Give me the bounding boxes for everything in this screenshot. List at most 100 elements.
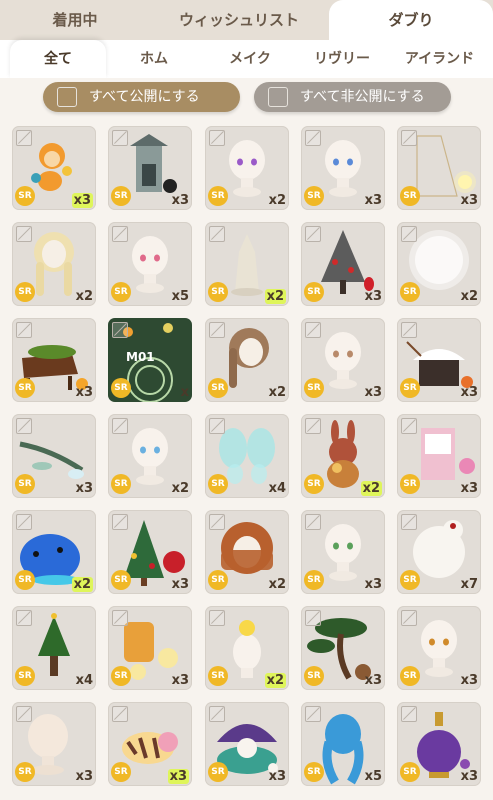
- item-select-checkbox[interactable]: [305, 418, 321, 434]
- item-card-bonsai-pine[interactable]: SR x3: [301, 606, 385, 690]
- item-card-monkey-plush[interactable]: SR x3: [12, 126, 96, 210]
- item-card-shell-pearl[interactable]: SR x3: [205, 702, 289, 786]
- item-quantity: x3: [171, 577, 189, 592]
- item-card-mossy-piano[interactable]: SR x3: [12, 318, 96, 402]
- item-select-checkbox[interactable]: [401, 418, 417, 434]
- item-card-dark-tree-lanterns[interactable]: SR x3: [301, 222, 385, 306]
- tab-island[interactable]: アイランド: [386, 40, 493, 78]
- item-card-string-lights[interactable]: SR x3: [397, 126, 481, 210]
- item-card-face-pink-eyes[interactable]: SR x5: [108, 222, 192, 306]
- make-all-private-label: すべて非公開にする: [300, 89, 425, 105]
- item-select-checkbox[interactable]: [16, 322, 32, 338]
- item-card-purple-lamp-vase[interactable]: SR x3: [397, 702, 481, 786]
- tab-livly[interactable]: リヴリー: [298, 40, 386, 78]
- item-select-checkbox[interactable]: [305, 226, 321, 242]
- item-card-bunny-bear-plush[interactable]: SR x2: [301, 414, 385, 498]
- item-select-checkbox[interactable]: [112, 226, 128, 242]
- item-select-checkbox[interactable]: [16, 610, 32, 626]
- tab-duplicates[interactable]: ダブり: [329, 0, 493, 40]
- tab-home[interactable]: ホム: [106, 40, 202, 78]
- item-select-checkbox[interactable]: [112, 130, 128, 146]
- item-select-checkbox[interactable]: [305, 514, 321, 530]
- rarity-badge: SR: [400, 570, 420, 590]
- checkbox-icon: [268, 87, 288, 107]
- item-card-face-purple-eyes[interactable]: SR x2: [205, 126, 289, 210]
- rarity-badge: SR: [304, 474, 324, 494]
- make-all-public-button[interactable]: すべて公開にする: [43, 82, 240, 112]
- tab-wishlist[interactable]: ウィッシュリスト: [150, 0, 328, 40]
- tab-makeup[interactable]: メイク: [202, 40, 298, 78]
- item-card-face-green-eyes[interactable]: SR x3: [301, 510, 385, 594]
- item-card-pink-shop-box[interactable]: SR x3: [397, 414, 481, 498]
- item-quantity: x3: [460, 385, 478, 400]
- item-card-face-blue-eyes[interactable]: SR x3: [301, 126, 385, 210]
- make-all-private-button[interactable]: すべて非公開にする: [254, 82, 451, 112]
- rarity-badge: SR: [208, 474, 228, 494]
- item-card-plain-mannequin[interactable]: SR x3: [12, 702, 96, 786]
- item-card-m01-garden[interactable]: M01 SR x: [108, 318, 192, 402]
- item-card-white-bun-hair[interactable]: SR x7: [397, 510, 481, 594]
- item-card-water-lily-branch[interactable]: SR x3: [12, 414, 96, 498]
- item-select-checkbox[interactable]: [16, 418, 32, 434]
- item-card-blue-blob-creature[interactable]: SR x2: [12, 510, 96, 594]
- item-select-checkbox[interactable]: [305, 706, 321, 722]
- item-card-small-xmas-tree[interactable]: SR x4: [12, 606, 96, 690]
- item-quantity: x2: [264, 289, 286, 304]
- item-select-checkbox[interactable]: [209, 130, 225, 146]
- tab-wearing[interactable]: 着用中: [0, 0, 150, 40]
- item-select-checkbox[interactable]: [305, 130, 321, 146]
- item-card-face-sleepy[interactable]: SR x3: [301, 318, 385, 402]
- item-card-brown-braid[interactable]: SR x2: [205, 318, 289, 402]
- item-select-checkbox[interactable]: [401, 130, 417, 146]
- tab-all[interactable]: 全て: [10, 40, 106, 78]
- content-area: すべて公開にする すべて非公開にする SR x3 SR x3 SR x2 SR x3 SR x…: [0, 78, 493, 800]
- item-select-checkbox[interactable]: [209, 322, 225, 338]
- item-card-face-amber-eyes[interactable]: SR x3: [397, 606, 481, 690]
- item-select-checkbox[interactable]: [209, 226, 225, 242]
- item-card-yellow-chick-head[interactable]: SR x2: [205, 606, 289, 690]
- item-select-checkbox[interactable]: [401, 514, 417, 530]
- item-card-honey-jar-flowers[interactable]: SR x3: [108, 606, 192, 690]
- rarity-badge: SR: [304, 666, 324, 686]
- item-select-checkbox[interactable]: [209, 706, 225, 722]
- item-quantity: x3: [71, 193, 93, 208]
- item-card-auburn-bob-hair[interactable]: SR x2: [205, 510, 289, 594]
- item-quantity: x3: [364, 673, 382, 688]
- item-select-checkbox[interactable]: [401, 226, 417, 242]
- rarity-badge: SR: [208, 282, 228, 302]
- item-card-snow-statue[interactable]: SR x2: [205, 222, 289, 306]
- item-select-checkbox[interactable]: [401, 610, 417, 626]
- rarity-badge: SR: [208, 666, 228, 686]
- item-select-checkbox[interactable]: [305, 610, 321, 626]
- item-card-fairy-wings[interactable]: SR x4: [205, 414, 289, 498]
- item-quantity: x2: [75, 289, 93, 304]
- make-all-public-label: すべて公開にする: [89, 89, 200, 105]
- item-card-stone-shrine[interactable]: SR x3: [108, 126, 192, 210]
- item-select-checkbox[interactable]: [16, 130, 32, 146]
- item-select-checkbox[interactable]: [16, 706, 32, 722]
- item-select-checkbox[interactable]: [305, 322, 321, 338]
- item-card-snow-cottage[interactable]: SR x3: [397, 318, 481, 402]
- item-select-checkbox[interactable]: [16, 226, 32, 242]
- item-card-face-light-blue-eyes[interactable]: SR x2: [108, 414, 192, 498]
- item-select-checkbox[interactable]: [112, 514, 128, 530]
- item-select-checkbox[interactable]: [112, 418, 128, 434]
- item-select-checkbox[interactable]: [401, 706, 417, 722]
- item-select-checkbox[interactable]: [209, 610, 225, 626]
- rarity-badge: SR: [208, 762, 228, 782]
- item-card-christmas-tree-ornament[interactable]: SR x3: [108, 510, 192, 594]
- item-card-blonde-braids[interactable]: SR x2: [12, 222, 96, 306]
- item-quantity: x3: [75, 481, 93, 496]
- item-select-checkbox[interactable]: [16, 514, 32, 530]
- item-select-checkbox[interactable]: [209, 418, 225, 434]
- item-quantity: x2: [268, 577, 286, 592]
- item-select-checkbox[interactable]: [401, 322, 417, 338]
- item-select-checkbox[interactable]: [112, 706, 128, 722]
- item-select-checkbox[interactable]: [112, 610, 128, 626]
- item-card-striped-cat-plush[interactable]: SR x3: [108, 702, 192, 786]
- item-select-checkbox[interactable]: [209, 514, 225, 530]
- item-select-checkbox[interactable]: [112, 322, 128, 338]
- item-card-blue-curly-hair[interactable]: SR x5: [301, 702, 385, 786]
- item-card-white-fluffy-hair[interactable]: SR x2: [397, 222, 481, 306]
- rarity-badge: SR: [15, 666, 35, 686]
